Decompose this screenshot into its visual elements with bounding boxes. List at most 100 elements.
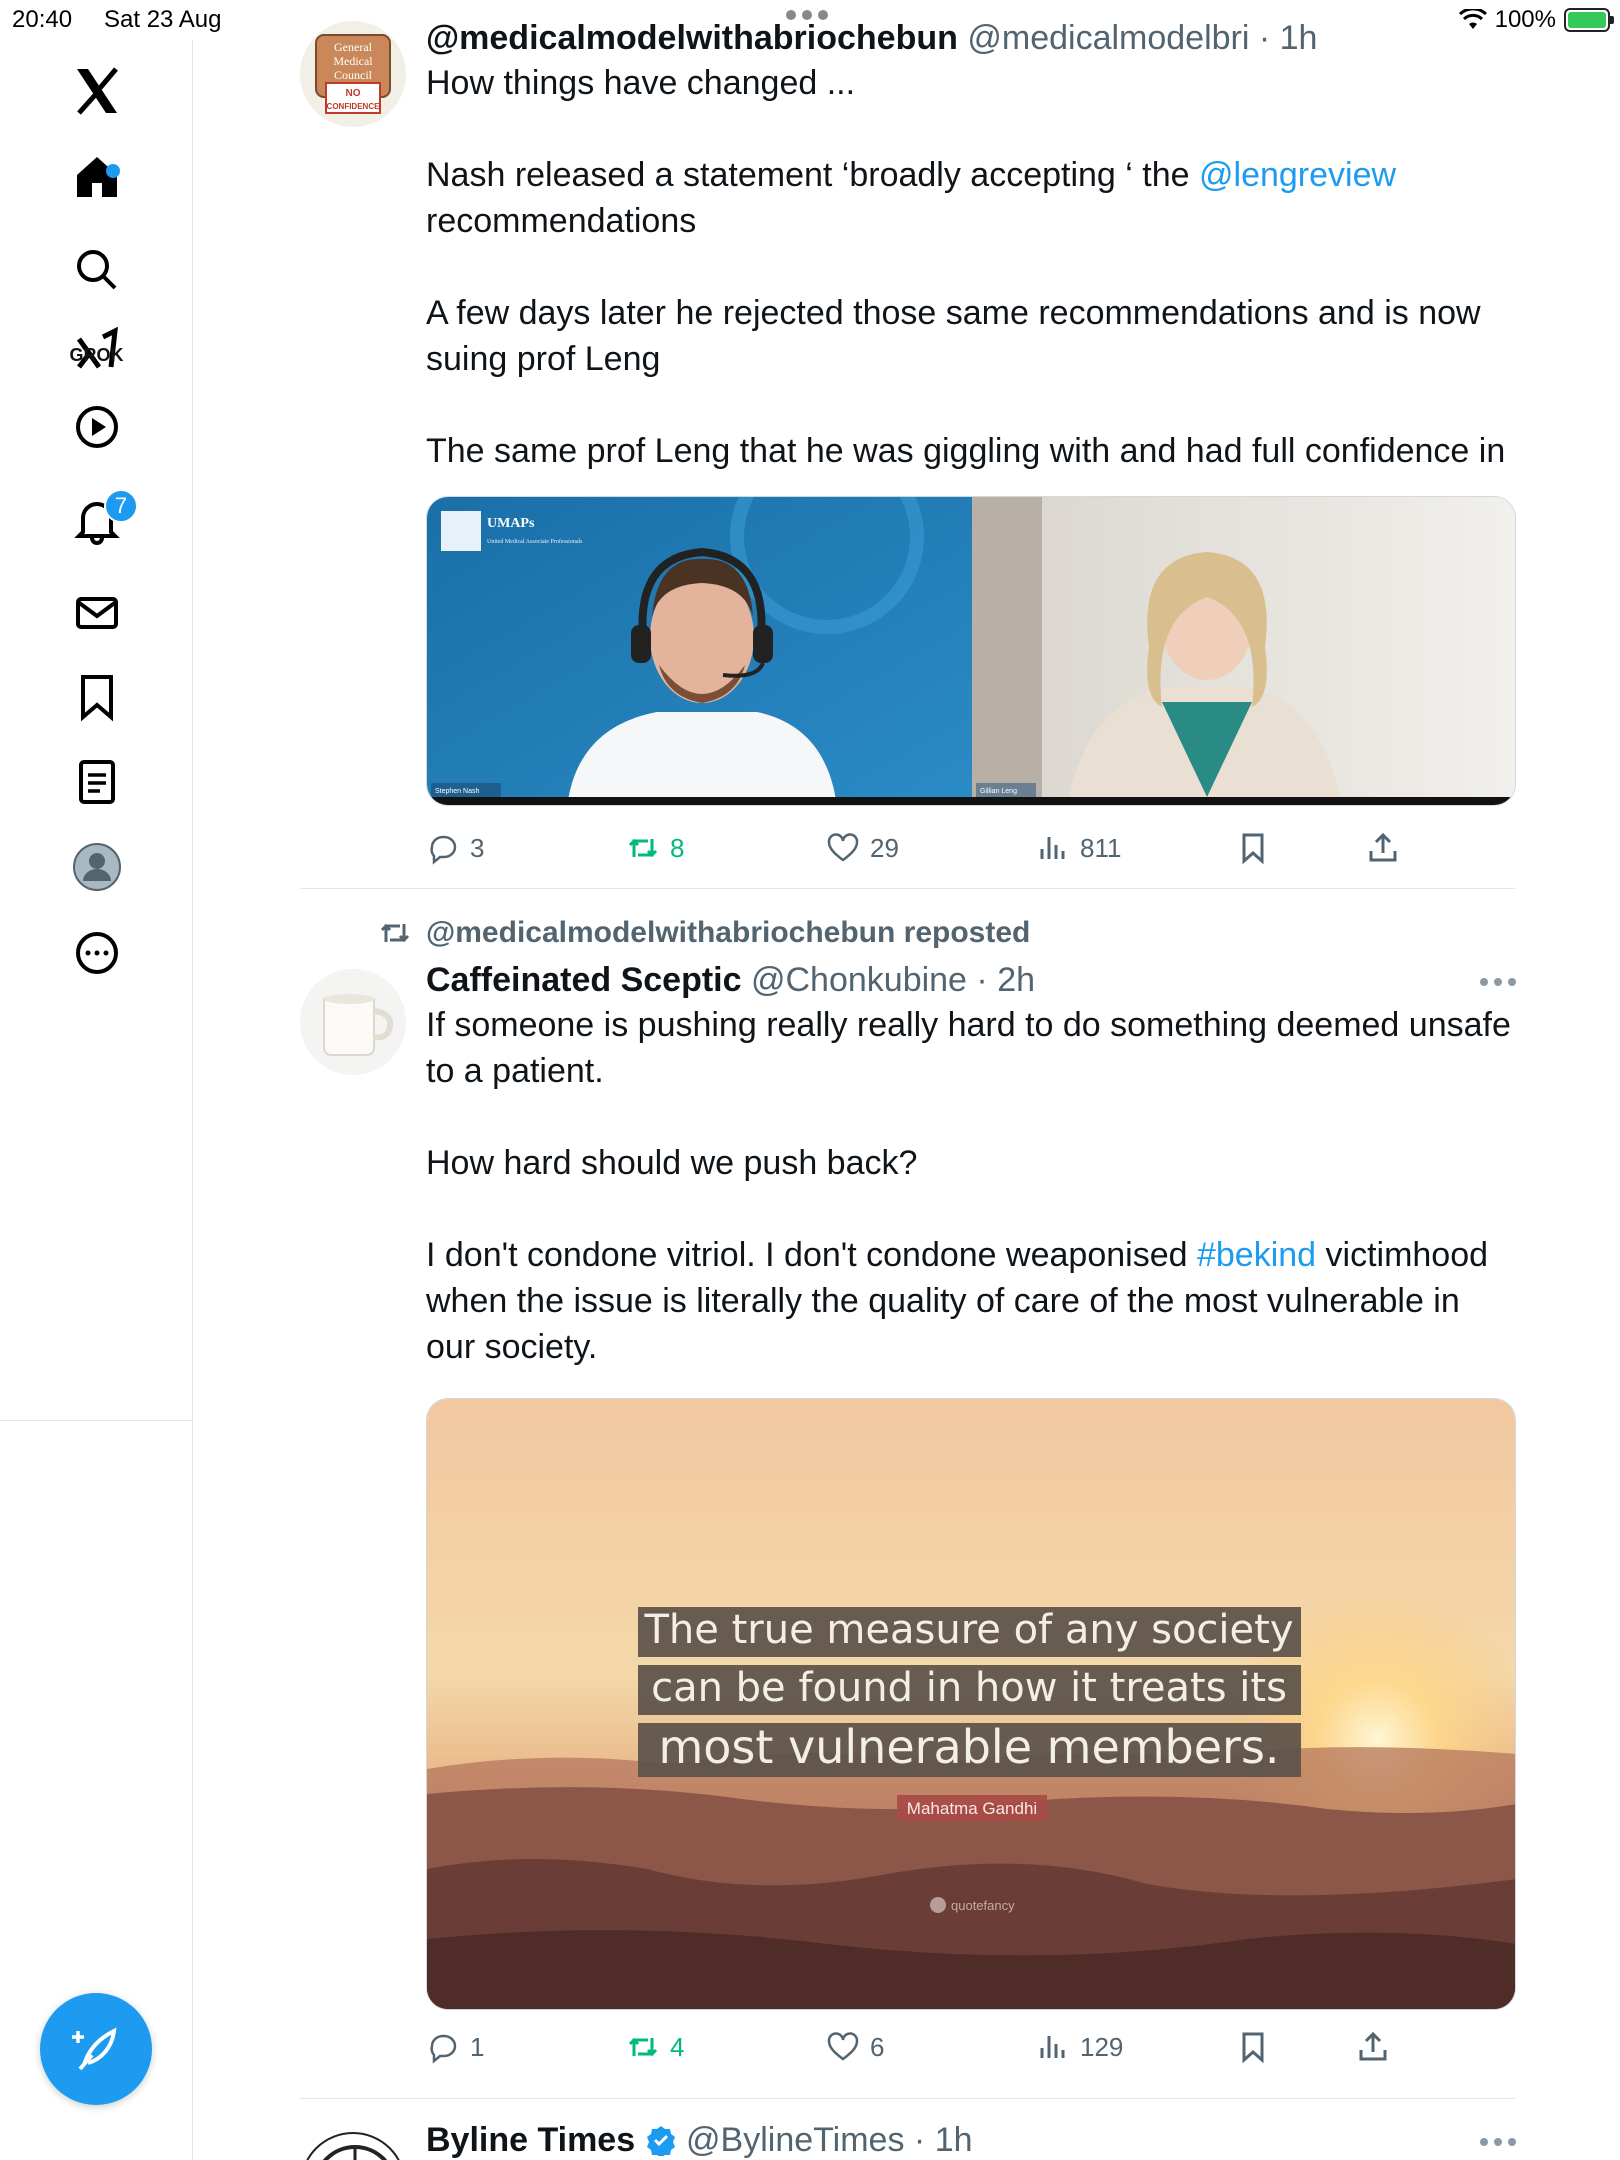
lists-icon — [78, 760, 115, 804]
status-time: 20:40 — [12, 6, 73, 33]
tweet-text: How things have changed ... Nash release… — [426, 60, 1516, 474]
repost-note-text: @medicalmodelwithabriochebun reposted — [426, 916, 1031, 949]
quote-line: The true measure of any society — [644, 1607, 1294, 1653]
globe-logo-icon — [322, 2145, 388, 2160]
like-count: 6 — [870, 2031, 885, 2062]
reply-button[interactable]: 3 — [426, 823, 484, 873]
bookmark-button[interactable] — [1236, 823, 1270, 873]
heart-icon — [827, 833, 859, 862]
video-icon — [75, 406, 118, 448]
avatar-text: CONFIDENCE — [327, 102, 381, 111]
reply-count: 3 — [470, 832, 485, 863]
hashtag-link[interactable]: #bekind — [1197, 1236, 1316, 1274]
author-name[interactable]: Byline Times — [426, 2121, 635, 2159]
author-handle[interactable]: @medicalmodelbri — [967, 19, 1249, 57]
repost-button[interactable]: 8 — [626, 823, 684, 873]
bookmark-icon — [1242, 833, 1264, 865]
status-date: Sat 23 Aug — [104, 6, 222, 33]
tweet-header: @medicalmodelwithabriochebun @medicalmod… — [426, 19, 1318, 57]
sidebar-item-profile[interactable] — [0, 822, 193, 912]
bookmark-icon — [1242, 2032, 1264, 2064]
author-avatar[interactable] — [300, 969, 406, 1075]
reply-button[interactable]: 1 — [426, 2022, 484, 2072]
author-name[interactable]: @medicalmodelwithabriochebun — [426, 19, 958, 57]
avatar-text: Council — [334, 68, 373, 82]
reply-icon — [430, 835, 457, 865]
views-button[interactable]: 811 — [1036, 823, 1121, 873]
umaps-logo-text: UMAPs — [487, 516, 535, 531]
tweet-header: Byline Times @BylineTimes · 1h — [426, 2121, 973, 2159]
tweet-content: Caffeinated Sceptic @Chonkubine · 2h If … — [426, 960, 1516, 1370]
tweet-time[interactable]: 2h — [997, 961, 1035, 999]
video-caption-right: Gillian Leng — [980, 788, 1017, 795]
mention-link[interactable]: @lengreview — [1199, 156, 1396, 194]
tweet-media-video-call[interactable]: UMAPs United Medical Associate Professio… — [426, 496, 1516, 806]
sidebar-item-notifications[interactable]: 7 — [0, 475, 193, 565]
sidebar-item-video[interactable] — [0, 382, 193, 472]
grok-label: GROK — [69, 345, 124, 365]
sidebar-item-more[interactable] — [0, 908, 193, 998]
repost-icon — [380, 923, 410, 943]
like-button[interactable]: 6 — [826, 2022, 884, 2072]
like-button[interactable]: 29 — [826, 823, 899, 873]
more-options-button[interactable] — [1480, 2138, 1516, 2146]
author-avatar[interactable] — [300, 2132, 406, 2160]
tweet-content: Byline Times @BylineTimes · 1h — [426, 2120, 1516, 2160]
compose-feather-icon — [72, 2027, 117, 2071]
avatar-text: General — [334, 40, 373, 54]
sidebar-item-messages[interactable] — [0, 568, 193, 658]
profile-avatar-icon — [72, 843, 121, 891]
compose-button[interactable] — [40, 1993, 152, 2105]
x-logo-icon[interactable] — [0, 46, 193, 136]
like-count: 29 — [870, 832, 899, 863]
sidebar-item-home[interactable] — [0, 132, 193, 222]
author-handle[interactable]: @BylineTimes — [686, 2121, 904, 2159]
more-circle-icon — [75, 932, 118, 974]
share-button[interactable] — [1366, 823, 1400, 873]
repost-button[interactable]: 4 — [626, 2022, 684, 2072]
tweet-paragraph: A few days later he rejected those same … — [426, 294, 1481, 378]
home-new-dot — [106, 164, 120, 178]
tweet-actions: 3 8 29 811 — [426, 823, 1516, 873]
tweet-paragraph: How hard should we push back? — [426, 1144, 918, 1182]
more-options-button[interactable] — [1480, 978, 1516, 986]
sidebar-item-search[interactable] — [0, 225, 193, 315]
repost-count: 8 — [670, 832, 685, 863]
quote-line: can be found in how it treats its — [651, 1665, 1287, 1711]
tweet-time[interactable]: 1h — [935, 2121, 973, 2159]
tweet-divider — [300, 2098, 1515, 2099]
battery-icon — [1564, 8, 1614, 32]
sidebar-item-bookmarks[interactable] — [0, 652, 193, 742]
tweet-media-quote-image[interactable]: The true measure of any society can be f… — [426, 1398, 1516, 2010]
sidebar-item-lists[interactable] — [0, 737, 193, 827]
tweet-paragraph: If someone is pushing really really hard… — [426, 1006, 1511, 1090]
tweet-paragraph: I don't condone vitriol. I don't condone… — [426, 1236, 1489, 1366]
views-button[interactable]: 129 — [1036, 2022, 1123, 2072]
avatar-text: Medical — [333, 54, 373, 68]
video-caption-left: Stephen Nash — [435, 788, 479, 795]
share-button[interactable] — [1356, 2022, 1390, 2072]
views-count: 129 — [1080, 2031, 1124, 2062]
umaps-logo-sub: United Medical Associate Professionals — [487, 538, 583, 545]
tweet-content: @medicalmodelwithabriochebun @medicalmod… — [426, 18, 1516, 474]
quotefancy-watermark: quotefancy — [951, 1898, 1015, 1913]
bookmark-button[interactable] — [1236, 2022, 1270, 2072]
quote-author: Mahatma Gandhi — [907, 1799, 1037, 1818]
author-handle[interactable]: @Chonkubine — [751, 961, 967, 999]
heart-icon — [827, 2032, 859, 2061]
coffee-mug-icon — [300, 969, 406, 1075]
author-name[interactable]: Caffeinated Sceptic — [426, 961, 742, 999]
tweet-paragraph: Nash released a statement ‘broadly accep… — [426, 156, 1397, 240]
tweet-time[interactable]: 1h — [1280, 19, 1318, 57]
repost-note[interactable]: @medicalmodelwithabriochebun reposted — [378, 916, 1030, 950]
reply-icon — [430, 2034, 457, 2064]
reply-count: 1 — [470, 2031, 485, 2062]
views-count: 811 — [1080, 832, 1122, 863]
tweet-divider — [300, 888, 1515, 889]
tweet-text: If someone is pushing really really hard… — [426, 1002, 1516, 1370]
repost-icon — [628, 2037, 658, 2057]
share-icon — [1359, 2031, 1387, 2061]
share-icon — [1369, 832, 1397, 862]
author-avatar[interactable]: General Medical Council NO CONFIDENCE — [300, 21, 406, 127]
avatar-text: NO — [346, 88, 361, 99]
